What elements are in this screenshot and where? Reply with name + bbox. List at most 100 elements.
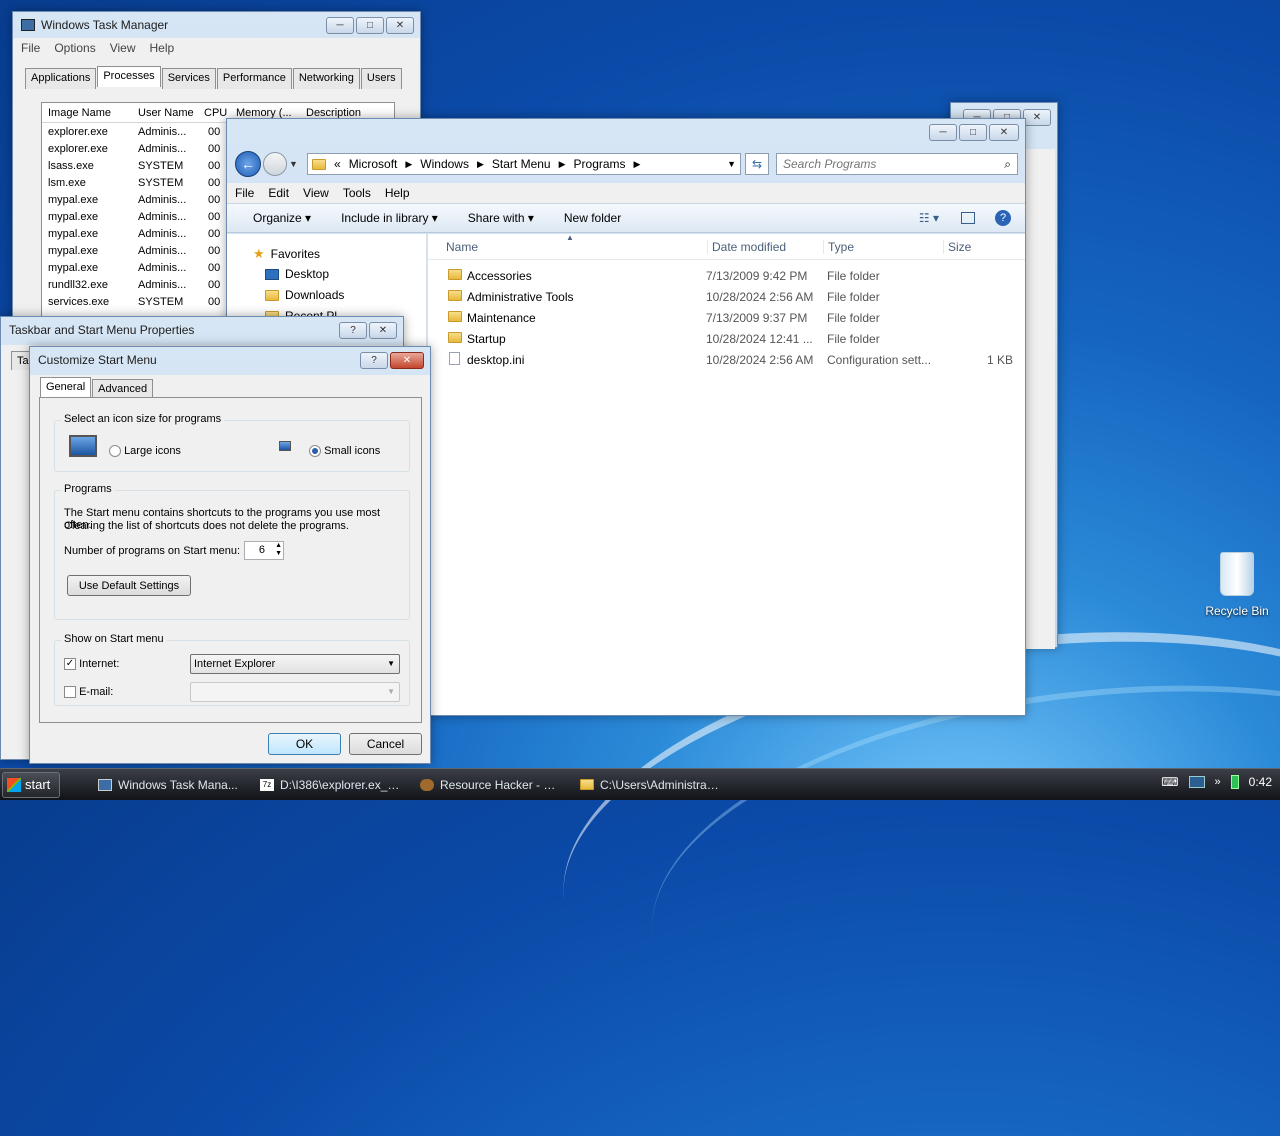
breadcrumb-microsoft[interactable]: Microsoft [349, 157, 398, 171]
program-count-stepper[interactable]: 6 ▲ ▼ [244, 541, 284, 560]
email-option[interactable]: E-mail: [64, 686, 113, 699]
tray-overflow-icon[interactable]: » [1215, 776, 1221, 788]
search-input[interactable] [777, 156, 987, 172]
stepper-down-icon[interactable]: ▼ [275, 550, 282, 557]
col-size[interactable]: Size [943, 240, 971, 254]
menu-view[interactable]: View [303, 186, 329, 200]
cancel-button[interactable]: Cancel [349, 733, 422, 755]
help-icon[interactable]: ? [339, 322, 367, 339]
breadcrumb-overflow[interactable]: « [334, 157, 341, 171]
chevron-right-icon[interactable]: ▶ [559, 159, 566, 170]
organize-button[interactable]: Organize ▾ [253, 211, 311, 225]
view-options-icon[interactable]: ☷ ▾ [919, 211, 939, 225]
internet-option[interactable]: ✓ Internet: [64, 658, 119, 671]
back-button[interactable]: ← [235, 151, 261, 177]
menu-help[interactable]: Help [150, 41, 175, 55]
start-button[interactable]: start [2, 771, 60, 798]
use-default-settings-button[interactable]: Use Default Settings [67, 575, 191, 596]
taskbar-item-task-manager[interactable]: Windows Task Mana... [92, 772, 242, 798]
small-icons-radio[interactable] [309, 445, 321, 458]
close-icon[interactable]: ✕ [386, 17, 414, 34]
list-item[interactable]: desktop.ini 10/28/2024 2:56 AM Configurati… [428, 350, 1025, 371]
new-folder-button[interactable]: New folder [564, 211, 621, 225]
tab-general[interactable]: General [40, 377, 92, 398]
nav-desktop[interactable]: Desktop [265, 267, 329, 281]
maximize-icon[interactable]: □ [959, 124, 987, 141]
list-item[interactable]: Maintenance 7/13/2009 9:37 PM File folder [428, 308, 1025, 329]
chevron-right-icon[interactable]: ▶ [634, 159, 641, 170]
minimize-icon[interactable]: ─ [929, 124, 957, 141]
nav-downloads[interactable]: Downloads [265, 288, 344, 302]
menu-edit[interactable]: Edit [268, 186, 289, 200]
include-in-library-button[interactable]: Include in library ▾ [341, 211, 438, 225]
help-icon[interactable]: ? [360, 352, 388, 369]
share-with-button[interactable]: Share with ▾ [468, 211, 534, 225]
preview-pane-icon[interactable] [961, 212, 975, 224]
network-icon[interactable] [1188, 776, 1205, 788]
stepper-up-icon[interactable]: ▲ [275, 542, 282, 549]
file-list[interactable]: Name ▲ Date modified Type Size Accessori… [428, 233, 1025, 786]
chevron-right-icon[interactable]: ▶ [477, 159, 484, 170]
battery-icon[interactable] [1230, 775, 1239, 789]
email-checkbox[interactable] [64, 686, 76, 699]
customize-start-menu-dialog[interactable]: Customize Start Menu ? ✕ General Advance… [29, 346, 431, 764]
forward-button[interactable] [263, 152, 287, 176]
large-icons-option[interactable]: Large icons [109, 445, 181, 458]
chevron-down-icon[interactable]: ▼ [387, 659, 395, 668]
maximize-icon[interactable]: □ [356, 17, 384, 34]
col-memory[interactable]: Memory (... [230, 107, 300, 119]
list-item[interactable]: Startup 10/28/2024 12:41 ... File folder [428, 329, 1025, 350]
internet-select[interactable]: Internet Explorer ▼ [190, 654, 400, 674]
menu-help[interactable]: Help [385, 186, 410, 200]
small-icons-option[interactable]: Small icons [309, 445, 380, 458]
col-cpu[interactable]: CPU [198, 107, 230, 119]
col-name[interactable]: Name [446, 240, 478, 254]
help-icon[interactable]: ? [995, 210, 1011, 226]
tab-applications[interactable]: Applications [25, 68, 97, 89]
tab-performance[interactable]: Performance [216, 68, 292, 89]
minimize-icon[interactable]: ─ [326, 17, 354, 34]
close-icon[interactable]: ✕ [369, 322, 397, 339]
taskbar-item-folder[interactable]: C:\Users\Administrat... [574, 772, 724, 798]
menu-tools[interactable]: Tools [343, 186, 371, 200]
program-count-value[interactable]: 6 [259, 544, 265, 556]
chevron-right-icon[interactable]: ▶ [405, 159, 412, 170]
close-icon[interactable]: ✕ [1023, 109, 1051, 126]
address-dropdown-icon[interactable]: ▼ [727, 159, 736, 169]
email-select[interactable]: ▼ [190, 682, 400, 702]
breadcrumb-windows[interactable]: Windows [420, 157, 469, 171]
recycle-bin[interactable]: Recycle Bin [1200, 552, 1274, 618]
tab-users[interactable]: Users [360, 68, 402, 89]
col-description[interactable]: Description [300, 107, 361, 119]
refresh-button[interactable]: ⇆ [745, 153, 769, 175]
col-date-modified[interactable]: Date modified [707, 240, 786, 254]
history-dropdown-icon[interactable]: ▼ [289, 159, 298, 169]
taskbar-item-resource-hacker[interactable]: Resource Hacker - M... [414, 772, 564, 798]
breadcrumb-programs[interactable]: Programs [574, 157, 626, 171]
menu-file[interactable]: File [21, 41, 40, 55]
tab-networking[interactable]: Networking [292, 68, 360, 89]
menu-options[interactable]: Options [54, 41, 95, 55]
tab-services[interactable]: Services [161, 68, 216, 89]
nav-favorites[interactable]: ★ Favorites [253, 246, 320, 262]
taskbar-item-explorer-ex[interactable]: 7z D:\I386\explorer.ex_\... [254, 772, 404, 798]
close-icon[interactable]: ✕ [989, 124, 1019, 141]
menu-file[interactable]: File [235, 186, 254, 200]
menu-view[interactable]: View [110, 41, 136, 55]
tab-processes[interactable]: Processes [97, 66, 161, 87]
list-item[interactable]: Administrative Tools 10/28/2024 2:56 AM Fi… [428, 287, 1025, 308]
col-image-name[interactable]: Image Name [42, 107, 132, 119]
large-icons-radio[interactable] [109, 445, 121, 458]
col-type[interactable]: Type [823, 240, 854, 254]
close-icon[interactable]: ✕ [390, 352, 424, 369]
list-item[interactable]: Accessories 7/13/2009 9:42 PM File folder [428, 266, 1025, 287]
search-box[interactable]: ⌕ [776, 153, 1018, 175]
address-bar[interactable]: « Microsoft ▶ Windows ▶ Start Menu ▶ Pro… [307, 153, 741, 175]
breadcrumb-start-menu[interactable]: Start Menu [492, 157, 551, 171]
ok-button[interactable]: OK [268, 733, 341, 755]
internet-checkbox[interactable]: ✓ [64, 658, 76, 671]
search-icon[interactable]: ⌕ [1004, 157, 1011, 172]
clock[interactable]: 0:42 [1249, 775, 1272, 789]
col-user-name[interactable]: User Name [132, 107, 198, 119]
chevron-down-icon[interactable]: ▼ [387, 687, 395, 696]
